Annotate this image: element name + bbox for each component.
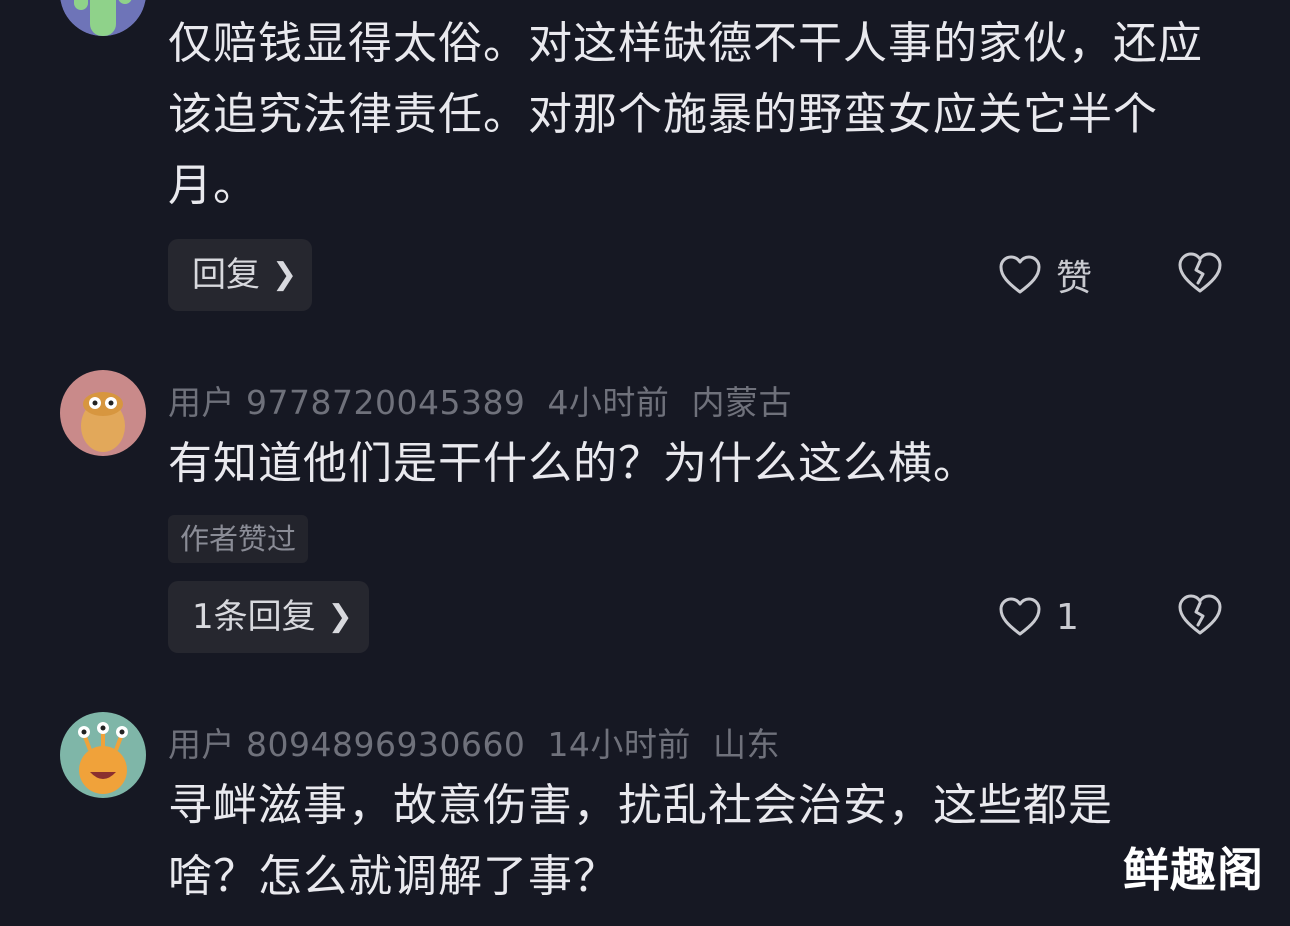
comment-meta: 用户 9778720045389 4小时前 内蒙古 (168, 376, 814, 424)
cactus-avatar-icon (60, 0, 146, 36)
timestamp: 4小时前 (547, 383, 670, 422)
view-replies-button[interactable]: 1条回复 ❯ (168, 581, 369, 653)
reply-label: 1条回复 (192, 597, 316, 637)
heart-outline-icon (999, 255, 1041, 294)
chevron-right-icon: ❯ (272, 257, 298, 292)
like-count: 1 (1056, 596, 1079, 638)
reply-label: 回复 (192, 255, 260, 295)
dislike-button[interactable] (1177, 593, 1223, 641)
dislike-button[interactable] (1177, 251, 1223, 299)
like-button[interactable]: 赞 (998, 251, 1092, 299)
author-liked-badge: 作者赞过 (168, 515, 309, 563)
username[interactable]: 用户 9778720045389 (168, 383, 525, 422)
comment-text: 有知道他们是干什么的？为什么这么横。 (168, 438, 978, 489)
comment-meta: 用户 8094896930660 14小时前 山东 (168, 718, 802, 766)
watermark: 鲜趣阁 (1123, 843, 1264, 897)
chevron-right-icon: ❯ (327, 599, 353, 634)
reply-button[interactable]: 回复 ❯ (168, 239, 312, 311)
avatar[interactable] (60, 712, 146, 798)
broken-heart-icon (1178, 594, 1222, 635)
heart-outline-icon (999, 597, 1041, 636)
avatar[interactable] (60, 0, 146, 36)
bread-avatar-icon (60, 370, 146, 456)
broken-heart-icon (1178, 252, 1222, 293)
username[interactable]: 用户 8094896930660 (168, 725, 525, 764)
comment-text: 寻衅滋事，故意伤害，扰乱社会治安，这些都是啥？怎么就调解了事？ (168, 780, 1113, 902)
avatar[interactable] (60, 370, 146, 456)
timestamp: 14小时前 (547, 725, 691, 764)
like-button[interactable]: 1 (998, 593, 1079, 641)
location: 内蒙古 (691, 383, 792, 422)
location: 山东 (712, 725, 780, 764)
monster-avatar-icon (60, 712, 146, 798)
like-label: 赞 (1056, 258, 1093, 299)
comment-text: 仅赔钱显得太俗。对这样缺德不干人事的家伙，还应该追究法律责任。对那个施暴的野蛮女… (168, 18, 1203, 211)
